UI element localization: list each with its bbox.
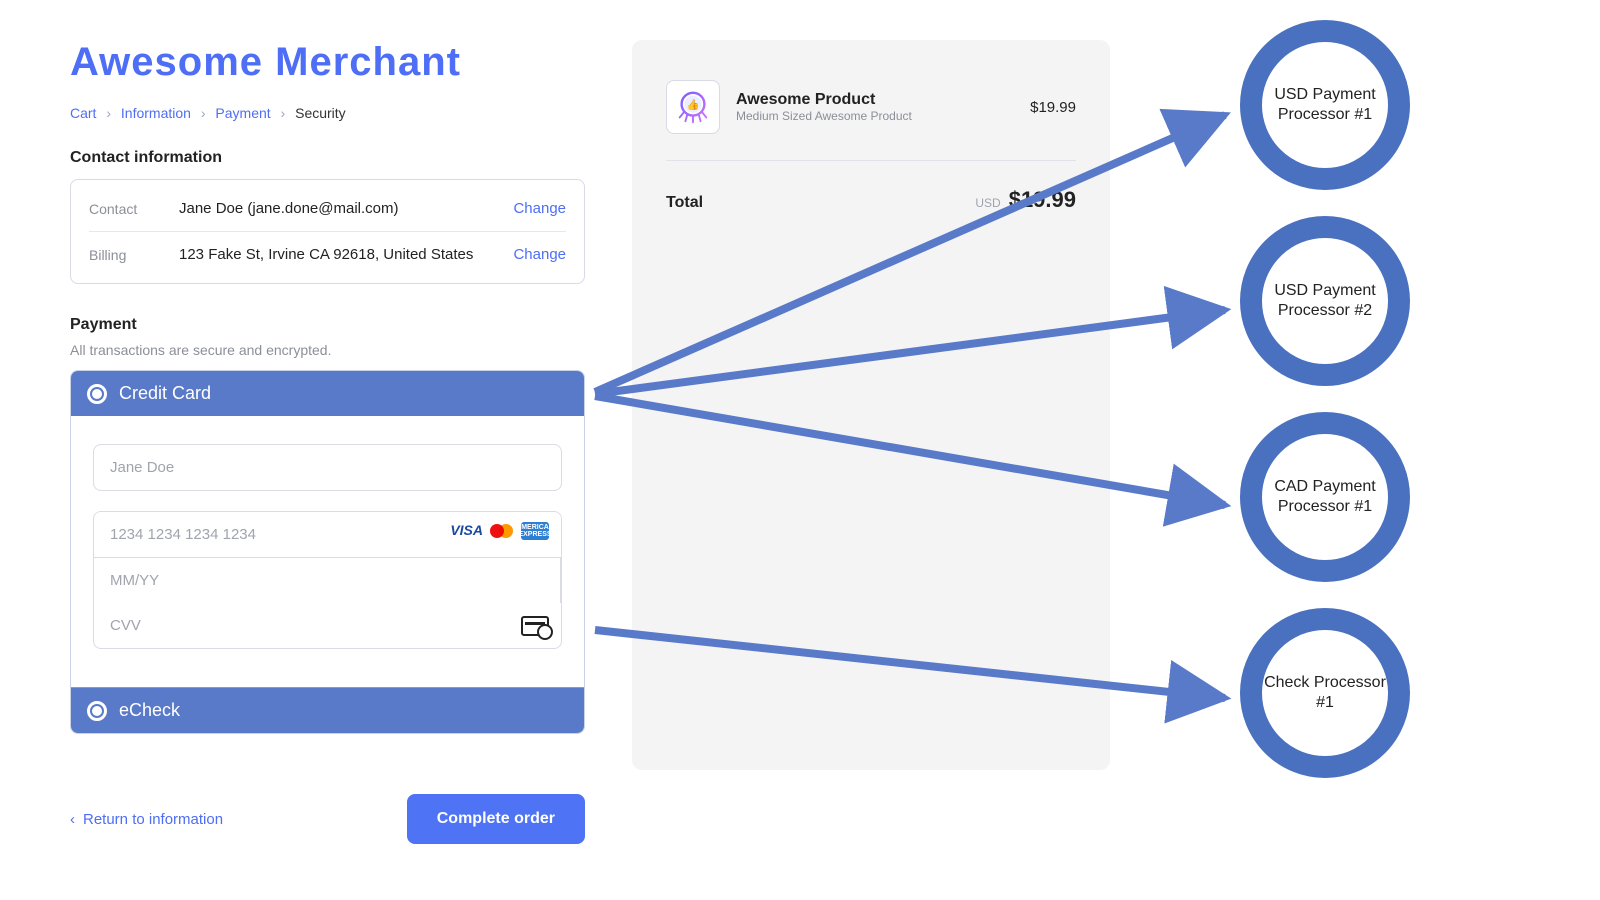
payment-subtext: All transactions are secure and encrypte… (70, 342, 585, 358)
payment-method-label: Credit Card (119, 383, 211, 404)
crumb-payment[interactable]: Payment (215, 105, 270, 121)
total-label: Total (666, 194, 703, 212)
svg-text:👍: 👍 (687, 98, 700, 111)
summary-total-row: Total USD $19.99 (666, 161, 1076, 213)
visa-icon: VISA (450, 522, 483, 540)
card-cvv-input[interactable] (110, 603, 521, 648)
chevron-right-icon: › (281, 105, 286, 121)
summary-item-name: Awesome Product (736, 91, 912, 109)
processor-usd-1: USD Payment Processor #1 (1240, 20, 1410, 190)
total-amount: $19.99 (1009, 187, 1076, 213)
processor-check-1: Check Processor #1 (1240, 608, 1410, 778)
card-back-icon (521, 616, 549, 636)
card-fields: VISA AMERICAN EXPRESS (93, 511, 562, 649)
processor-usd-2: USD Payment Processor #2 (1240, 216, 1410, 386)
return-link-label: Return to information (83, 811, 223, 828)
radio-unselected-icon (87, 701, 107, 721)
change-billing-link[interactable]: Change (513, 246, 566, 263)
payment-panel: Credit Card VISA AMERICAN EXPRESS (70, 370, 585, 734)
order-summary: 👍 Awesome Product Medium Sized Awesome P… (632, 40, 1110, 770)
cvv-wrap (94, 603, 561, 648)
contact-row: Contact Jane Doe (jane.done@mail.com) Ch… (89, 186, 566, 231)
return-link[interactable]: ‹ Return to information (70, 811, 223, 828)
mastercard-icon (489, 522, 515, 540)
payment-method-credit-card[interactable]: Credit Card (71, 371, 584, 416)
credit-card-body: VISA AMERICAN EXPRESS (71, 416, 584, 687)
billing-value: 123 Fake St, Irvine CA 92618, United Sta… (179, 246, 513, 263)
summary-item-desc: Medium Sized Awesome Product (736, 109, 912, 123)
contact-card: Contact Jane Doe (jane.done@mail.com) Ch… (70, 179, 585, 284)
crumb-security: Security (295, 105, 346, 121)
contact-key: Contact (89, 201, 179, 217)
product-badge-icon: 👍 (666, 80, 720, 134)
crumb-information[interactable]: Information (121, 105, 191, 121)
summary-item: 👍 Awesome Product Medium Sized Awesome P… (666, 80, 1076, 161)
radio-selected-icon (87, 384, 107, 404)
contact-value: Jane Doe (jane.done@mail.com) (179, 200, 513, 217)
cardholder-name-input[interactable] (93, 444, 562, 491)
billing-key: Billing (89, 247, 179, 263)
payment-method-echeck[interactable]: eCheck (71, 687, 584, 733)
summary-item-price: $19.99 (1030, 99, 1076, 116)
total-currency: USD (975, 196, 1000, 210)
card-brand-icons: VISA AMERICAN EXPRESS (450, 522, 549, 540)
chevron-right-icon: › (201, 105, 206, 121)
processor-cad-1: CAD Payment Processor #1 (1240, 412, 1410, 582)
card-expiry-input[interactable] (94, 558, 561, 603)
processor-nodes: USD Payment Processor #1 USD Payment Pro… (1240, 20, 1410, 804)
chevron-right-icon: › (106, 105, 111, 121)
contact-section-label: Contact information (70, 149, 585, 167)
chevron-left-icon: ‹ (70, 811, 75, 828)
amex-icon: AMERICAN EXPRESS (521, 522, 549, 540)
change-contact-link[interactable]: Change (513, 200, 566, 217)
payment-section-label: Payment (70, 316, 585, 334)
complete-order-button[interactable]: Complete order (407, 794, 585, 844)
payment-method-label: eCheck (119, 700, 180, 721)
billing-row: Billing 123 Fake St, Irvine CA 92618, Un… (89, 231, 566, 277)
crumb-cart[interactable]: Cart (70, 105, 96, 121)
